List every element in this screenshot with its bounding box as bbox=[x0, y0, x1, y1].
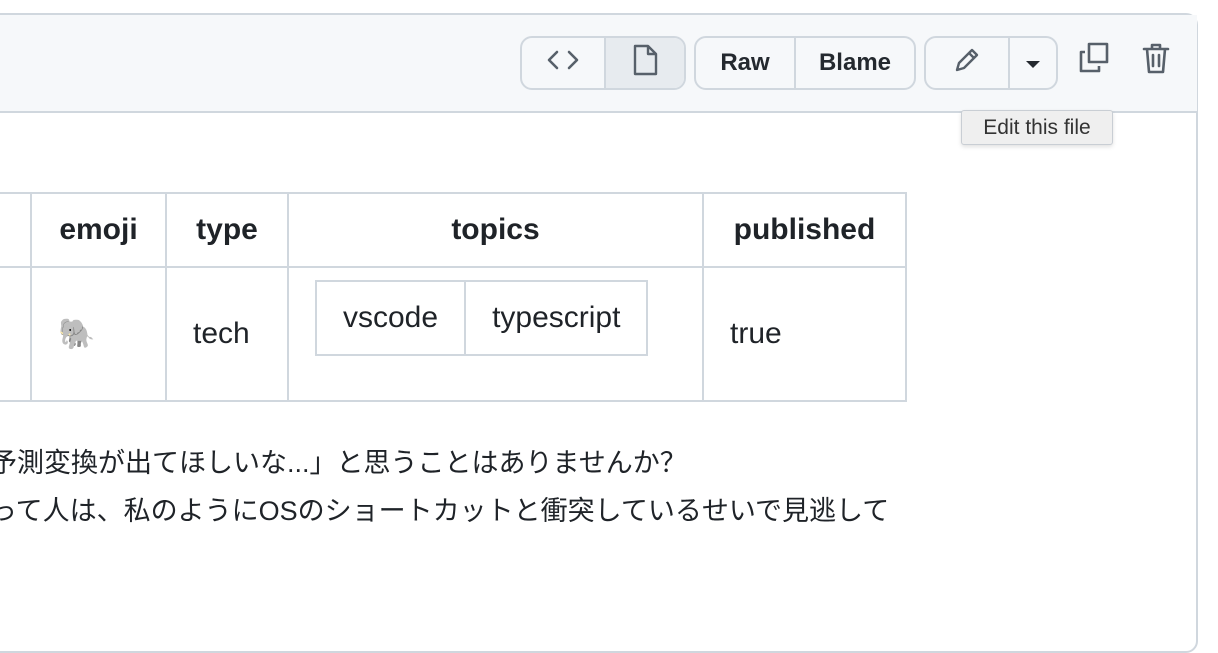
topics-row: vscode typescript bbox=[314, 280, 649, 356]
frontmatter-table: emoji type topics published 🐘 tech vscod… bbox=[0, 192, 907, 402]
trash-icon bbox=[1141, 41, 1171, 80]
table-header-topics: topics bbox=[287, 192, 704, 268]
table-cell-emoji: 🐘 bbox=[30, 266, 167, 402]
table-cell bbox=[0, 266, 32, 402]
table-header-published: published bbox=[702, 192, 907, 268]
file-toolbar: Raw Blame bbox=[0, 15, 1197, 113]
table-header-cell bbox=[0, 192, 32, 268]
table-cell-topics: vscode typescript bbox=[287, 266, 704, 402]
table-cell-published: true bbox=[702, 266, 907, 402]
copy-raw-button[interactable] bbox=[1074, 40, 1114, 80]
code-view-button[interactable] bbox=[522, 38, 604, 88]
blame-button[interactable]: Blame bbox=[794, 38, 914, 88]
table-cell-type: tech bbox=[165, 266, 289, 402]
edit-file-tooltip: Edit this file bbox=[961, 110, 1113, 145]
more-edit-options-button[interactable] bbox=[1008, 38, 1056, 88]
emoji-value: 🐘 bbox=[58, 317, 96, 351]
view-toggle bbox=[520, 36, 686, 90]
preview-view-button[interactable] bbox=[604, 38, 684, 88]
pencil-icon bbox=[952, 45, 982, 82]
caret-down-icon bbox=[1025, 49, 1041, 77]
raw-button[interactable]: Raw bbox=[696, 38, 794, 88]
code-icon bbox=[546, 49, 580, 78]
table-header-type: type bbox=[165, 192, 289, 268]
table-header-row: emoji type topics published bbox=[0, 192, 907, 268]
copy-icon bbox=[1077, 41, 1111, 80]
file-icon bbox=[632, 44, 658, 83]
table-row: 🐘 tech vscode typescript true bbox=[0, 266, 907, 402]
delete-file-button[interactable] bbox=[1136, 40, 1176, 80]
body-text-line-2: って人は、私のようにOSのショートカットと衝突しているせいで見逃して bbox=[0, 496, 890, 526]
edit-group bbox=[924, 36, 1058, 90]
topics-table: vscode typescript bbox=[314, 280, 649, 356]
body-text-line-1: 予測変換が出てほしいな...」と思うことはありませんか？ bbox=[0, 448, 687, 478]
topic-item: typescript bbox=[464, 280, 649, 356]
topic-item: vscode bbox=[314, 280, 467, 356]
edit-file-button[interactable] bbox=[926, 38, 1008, 88]
raw-blame-group: Raw Blame bbox=[694, 36, 916, 90]
table-header-emoji: emoji bbox=[30, 192, 167, 268]
